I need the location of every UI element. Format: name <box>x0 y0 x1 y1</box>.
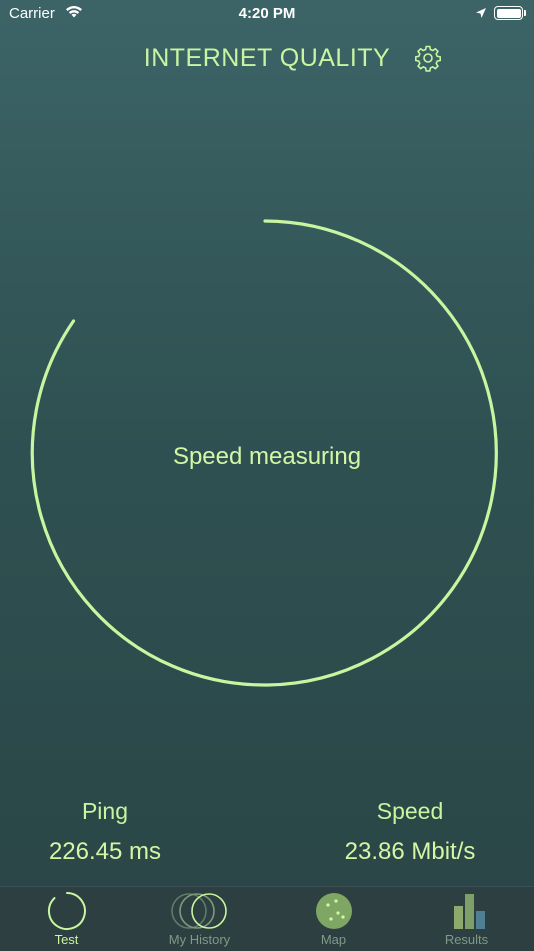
tab-test[interactable]: Test <box>0 887 133 951</box>
speed-label: Speed <box>376 798 444 824</box>
history-circles-icon <box>169 891 231 936</box>
speed-value: 23.86 Mbit/s <box>344 838 476 865</box>
tab-test-label: Test <box>54 932 79 947</box>
results-bars-icon <box>447 891 487 936</box>
tab-map-label: Map <box>320 932 347 947</box>
test-ring-icon <box>47 891 87 936</box>
ping-label: Ping <box>81 798 129 824</box>
ping-value: 226.45 ms <box>48 838 162 865</box>
tab-results-label: Results <box>444 932 489 947</box>
measuring-status: Speed measuring <box>172 443 362 470</box>
tab-my-history[interactable]: My History <box>133 887 266 951</box>
tab-results[interactable]: Results <box>400 887 533 951</box>
map-globe-icon <box>314 891 354 936</box>
tab-map[interactable]: Map <box>267 887 400 951</box>
tab-bar: Test My History Map Results <box>0 886 534 951</box>
tab-my-history-label: My History <box>168 932 231 947</box>
